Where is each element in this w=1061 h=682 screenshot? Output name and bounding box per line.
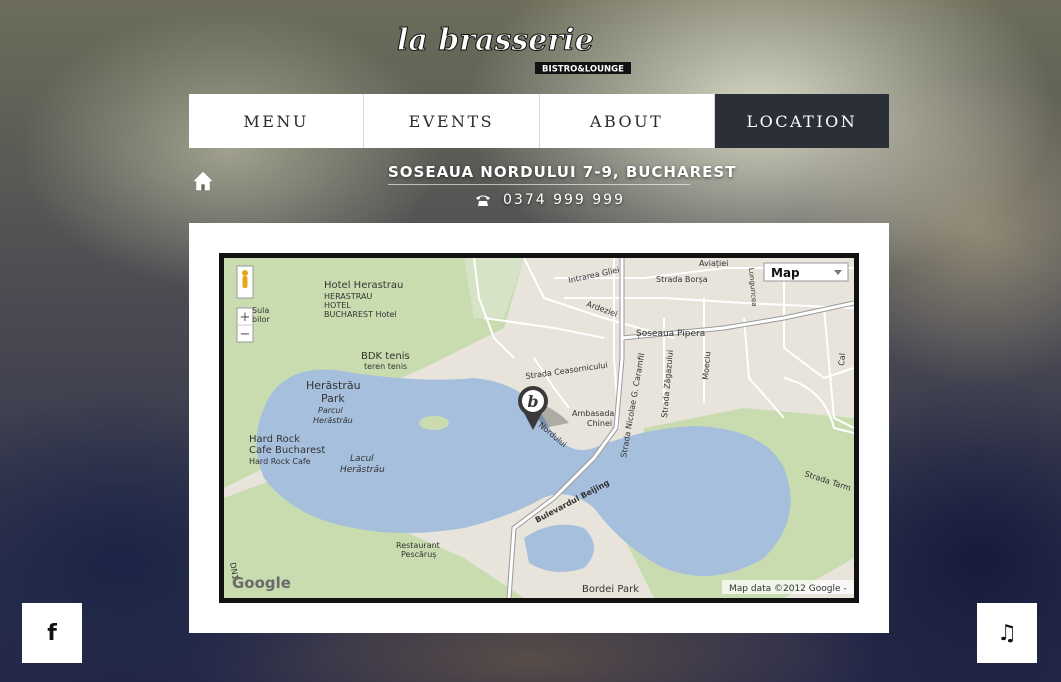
map-label: teren tenis [364,362,407,371]
facebook-button[interactable]: f [22,603,82,663]
music-button[interactable]: ♫ [977,603,1037,663]
map-label: Șoseaua Pipera [636,329,705,339]
map-label: bilor [252,315,270,324]
phone-icon [476,195,490,206]
logo-sub: BISTRO&LOUNGE [542,65,624,75]
map-label: HERASTRAU [324,292,372,301]
map-label: Park [321,392,345,405]
facebook-icon: f [47,620,57,646]
google-map[interactable]: + − Map b Hotel Herastrau HERASTRAU HOTE… [224,258,854,598]
map-label: Ambasada [572,409,614,418]
map-label: HOTEL [324,301,351,310]
brasserie-logo[interactable]: la brasserie BISTRO&LOUNGE [395,14,670,76]
map-type-label: Map [771,266,800,280]
map-label: Herăstrău [340,465,385,475]
map-label: Aviației [699,259,728,269]
map-label: Lacul [350,454,374,464]
map-label: Restaurant [396,541,440,550]
map-label: Bordei Park [582,584,639,595]
phone-row: 0374 999 999 [475,191,625,209]
nav-about[interactable]: ABOUT [539,94,715,148]
map-label: Hard Rock [249,434,300,445]
nav-menu[interactable]: MENU [189,94,365,148]
map-frame: + − Map b Hotel Herastrau HERASTRAU HOTE… [219,253,859,603]
address-text: SOSEAUA NORDULUI 7-9, BUCHAREST [388,163,735,185]
map-panel: + − Map b Hotel Herastrau HERASTRAU HOTE… [189,223,889,633]
map-label: BUCHAREST Hotel [324,310,397,319]
svg-text:b: b [527,392,538,411]
nav-location[interactable]: LOCATION [714,94,889,148]
zoom-out-button[interactable]: − [240,327,251,342]
map-label: Strada Borșa [656,275,708,285]
map-label: Hotel Herastrau [324,280,403,291]
map-label: Herăstrău [306,379,361,392]
map-label: Parcul [318,406,343,415]
logo-la: la brasserie [397,23,594,58]
phone-number: 0374 999 999 [503,192,625,208]
map-label: Cafe Bucharest [249,445,325,456]
home-icon[interactable] [193,171,213,191]
map-label: Cal [837,353,847,366]
map-label: Herăstrău [313,416,353,425]
map-label: Sula [252,306,269,315]
google-logo[interactable]: Google [232,574,291,592]
map-label: Chinei [587,419,612,428]
music-note-icon: ♫ [997,620,1017,646]
map-label: Pescăruș [401,550,436,560]
zoom-in-button[interactable]: + [240,310,251,325]
map-attribution[interactable]: Map data ©2012 Google - [729,584,847,594]
map-label: BDK tenis [361,351,410,362]
main-nav: MENU EVENTS ABOUT LOCATION [189,94,889,148]
nav-events[interactable]: EVENTS [364,94,540,148]
map-label: Hard Rock Cafe [249,457,311,466]
